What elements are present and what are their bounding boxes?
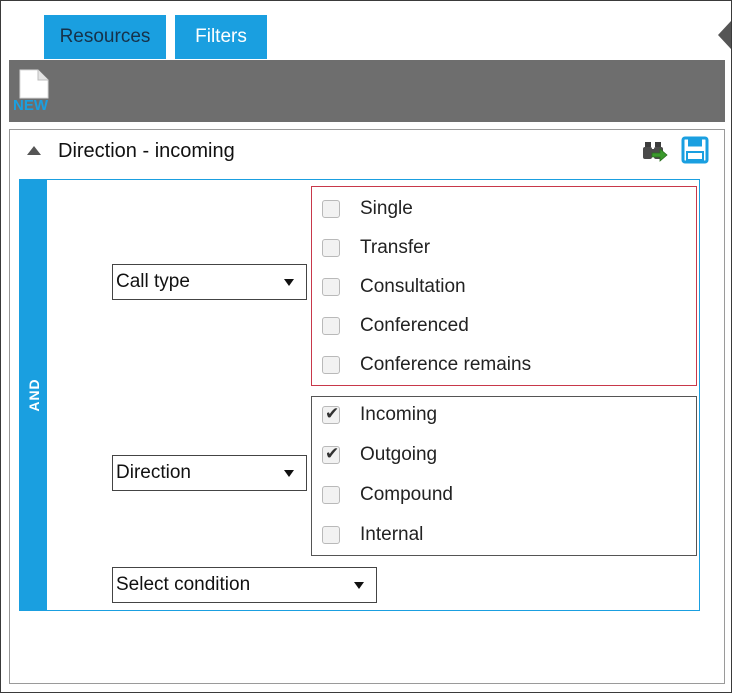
condition-field-value: Call type (116, 271, 190, 292)
option-transfer[interactable]: Transfer (322, 230, 652, 266)
option-incoming[interactable]: ✔ Incoming (322, 397, 652, 433)
condition-field-value: Direction (116, 462, 191, 483)
option-compound[interactable]: Compound (322, 477, 652, 513)
option-conferenced[interactable]: Conferenced (322, 308, 652, 344)
option-conference-remains[interactable]: Conference remains (322, 347, 652, 383)
option-consultation[interactable]: Consultation (322, 269, 652, 305)
group-operator-label: AND (25, 378, 42, 412)
checkbox[interactable] (322, 239, 340, 257)
tab-filters[interactable]: Filters (175, 15, 267, 59)
chevron-down-icon (284, 279, 294, 286)
collapse-filter-icon[interactable] (27, 146, 41, 155)
checkbox[interactable]: ✔ (322, 404, 340, 424)
checkmark-icon: ✔ (325, 444, 340, 464)
condition-field-select[interactable]: Direction (112, 455, 307, 491)
option-outgoing[interactable]: ✔ Outgoing (322, 437, 652, 473)
option-internal[interactable]: Internal (322, 517, 652, 553)
filter-title: Direction - incoming (58, 140, 235, 162)
chevron-down-icon (284, 470, 294, 477)
option-label: Single (360, 198, 413, 219)
and-group: AND Call type Single Transfer Consultati… (19, 179, 700, 611)
chevron-down-icon (354, 582, 364, 589)
option-single[interactable]: Single (322, 191, 652, 227)
condition-field-select[interactable]: Call type (112, 264, 307, 300)
new-filter-icon[interactable]: NEW (12, 68, 58, 114)
checkbox[interactable]: ✔ (322, 444, 340, 464)
filter-window: Resources Filters NEW Direction - incomi… (0, 0, 732, 693)
call-type-options: Single Transfer Consultation Conferenced… (311, 186, 697, 386)
checkbox[interactable] (322, 356, 340, 374)
checkbox[interactable] (322, 278, 340, 296)
option-label: Compound (360, 484, 453, 505)
option-label: Transfer (360, 237, 431, 258)
group-operator-bar[interactable]: AND (20, 180, 47, 610)
checkbox[interactable] (322, 526, 340, 544)
checkbox[interactable] (322, 200, 340, 218)
select-condition-label: Select condition (116, 574, 251, 595)
option-label: Consultation (360, 276, 466, 297)
binoculars-icon[interactable] (642, 138, 668, 164)
checkbox[interactable] (322, 317, 340, 335)
option-label: Conferenced (360, 315, 469, 336)
option-label: Outgoing (360, 444, 438, 465)
direction-options: ✔ Incoming ✔ Outgoing Compound Internal (311, 396, 697, 556)
checkmark-icon: ✔ (325, 404, 340, 424)
collapse-sidebar-icon[interactable] (718, 21, 731, 49)
option-label: Conference remains (360, 354, 532, 375)
toolbar: NEW (9, 60, 725, 122)
checkbox[interactable] (322, 486, 340, 504)
new-icon-text: NEW (13, 97, 49, 114)
filter-panel: Direction - incoming AND Call type Singl… (9, 129, 725, 684)
save-icon[interactable] (681, 136, 709, 164)
tab-resources[interactable]: Resources (44, 15, 166, 59)
option-label: Incoming (360, 404, 438, 425)
select-condition-dropdown[interactable]: Select condition (112, 567, 377, 603)
option-label: Internal (360, 524, 424, 545)
filter-panel-header: Direction - incoming (10, 130, 724, 178)
